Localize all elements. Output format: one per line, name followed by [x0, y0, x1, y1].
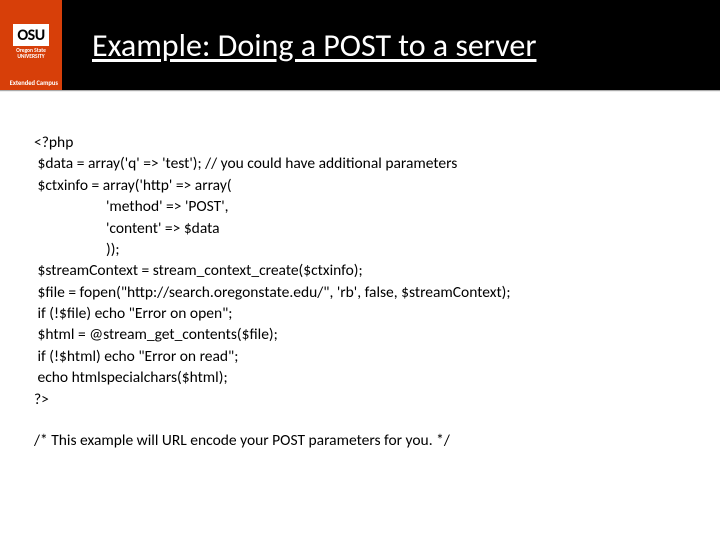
code-line: $data = array('q' => 'test'); // you cou…	[34, 153, 686, 174]
code-comment: /* This example will URL encode your POS…	[34, 430, 686, 451]
code-line: ));	[34, 239, 686, 260]
code-line: 'content' => $data	[34, 218, 686, 239]
code-line: if (!$html) echo "Error on read";	[34, 346, 686, 367]
code-line: $html = @stream_get_contents($file);	[34, 324, 686, 345]
logo-abbrev: OSU	[13, 24, 48, 46]
code-line: $streamContext = stream_context_create($…	[34, 260, 686, 281]
slide-title: Example: Doing a POST to a server	[92, 26, 536, 65]
logo-university: Oregon State UNIVERSITY	[16, 48, 46, 60]
code-line: $ctxinfo = array('http' => array(	[34, 175, 686, 196]
code-line: $file = fopen("http://search.oregonstate…	[34, 282, 686, 303]
code-line: 'method' => 'POST',	[34, 196, 686, 217]
code-line: <?php	[34, 132, 686, 153]
slide-body: <?php $data = array('q' => 'test'); // y…	[0, 92, 720, 451]
code-line: if (!$file) echo "Error on open";	[34, 303, 686, 324]
slide-header: OSU Oregon State UNIVERSITY Extended Cam…	[0, 0, 720, 90]
code-line: echo htmlspecialchars($html);	[34, 367, 686, 388]
osu-logo: OSU Oregon State UNIVERSITY Extended Cam…	[0, 0, 62, 90]
logo-campus: Extended Campus	[10, 79, 58, 87]
code-line: ?>	[34, 389, 686, 410]
